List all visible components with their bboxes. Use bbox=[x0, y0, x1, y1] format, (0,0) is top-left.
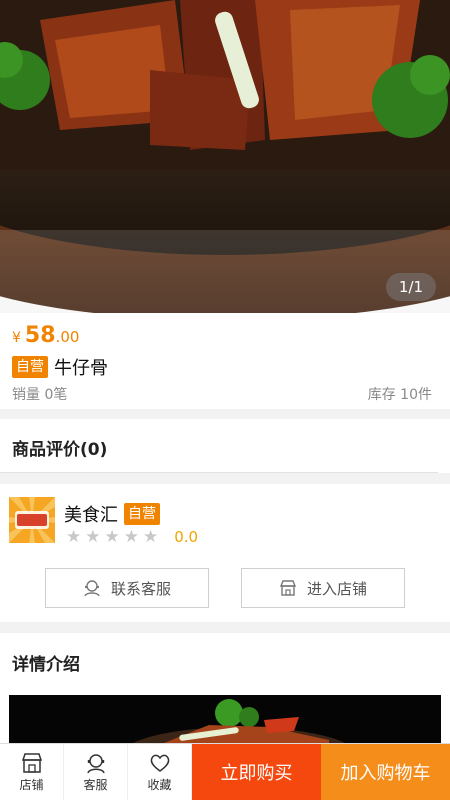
product-title-row: 自营 牛仔骨 bbox=[12, 354, 108, 380]
store-logo[interactable] bbox=[9, 497, 55, 543]
star-icon: ★ bbox=[104, 527, 120, 547]
product-price: ¥58.00 bbox=[12, 323, 79, 348]
tab-store[interactable]: 店铺 bbox=[0, 744, 64, 800]
buy-now-button[interactable]: 立即购买 bbox=[192, 744, 321, 800]
detail-title: 详情介绍 bbox=[12, 655, 80, 675]
self-operated-badge: 自营 bbox=[12, 356, 48, 378]
star-icon: ★ bbox=[123, 527, 139, 547]
review-title: 商品评价(0) bbox=[12, 440, 108, 460]
service-icon bbox=[84, 580, 100, 597]
rating-score: 0.0 bbox=[174, 528, 199, 546]
enter-store-label: 进入店铺 bbox=[306, 579, 367, 598]
tab-service-label: 客服 bbox=[83, 777, 108, 792]
store-icon bbox=[21, 752, 42, 773]
contact-service-label: 联系客服 bbox=[110, 579, 171, 598]
store-section: 美食汇 自营 ★ ★ ★ ★ ★ 0.0 联系客服 进入店铺 bbox=[0, 484, 450, 622]
star-icon: ★ bbox=[85, 527, 101, 547]
review-section[interactable]: 商品评价(0) bbox=[0, 419, 450, 473]
price-decimal: .00 bbox=[55, 328, 80, 346]
enter-store-button[interactable]: 进入店铺 bbox=[241, 568, 405, 608]
price-integer: 58 bbox=[24, 323, 56, 348]
image-page-indicator: 1/1 bbox=[386, 273, 436, 301]
tab-store-label: 店铺 bbox=[19, 777, 44, 792]
product-image-gallery[interactable]: 1/1 bbox=[0, 0, 450, 313]
add-to-cart-button[interactable]: 加入购物车 bbox=[321, 744, 450, 800]
tab-service[interactable]: 客服 bbox=[64, 744, 128, 800]
stock-count: 库存 10件 bbox=[367, 387, 432, 403]
sales-count: 销量 0笔 bbox=[12, 387, 68, 403]
currency-symbol: ¥ bbox=[12, 330, 21, 346]
store-self-badge: 自营 bbox=[124, 503, 160, 525]
store-rating: ★ ★ ★ ★ ★ 0.0 bbox=[66, 527, 198, 547]
divider bbox=[0, 472, 438, 473]
tab-favorite[interactable]: 收藏 bbox=[128, 744, 192, 800]
store-name-row: 美食汇 自营 bbox=[64, 501, 160, 527]
heart-icon bbox=[150, 754, 169, 772]
store-name: 美食汇 bbox=[64, 505, 118, 526]
star-icon: ★ bbox=[143, 527, 159, 547]
star-icon: ★ bbox=[66, 527, 82, 547]
product-photo bbox=[0, 0, 450, 313]
bottom-action-bar: 店铺 客服 收藏 立即购买 加入购物车 bbox=[0, 743, 450, 800]
store-icon bbox=[279, 580, 297, 596]
product-info: ¥58.00 自营 牛仔骨 销量 0笔 库存 10件 bbox=[0, 313, 450, 409]
contact-service-button[interactable]: 联系客服 bbox=[45, 568, 209, 608]
headset-icon bbox=[86, 753, 105, 773]
product-name: 牛仔骨 bbox=[54, 358, 108, 379]
tab-favorite-label: 收藏 bbox=[147, 777, 172, 792]
